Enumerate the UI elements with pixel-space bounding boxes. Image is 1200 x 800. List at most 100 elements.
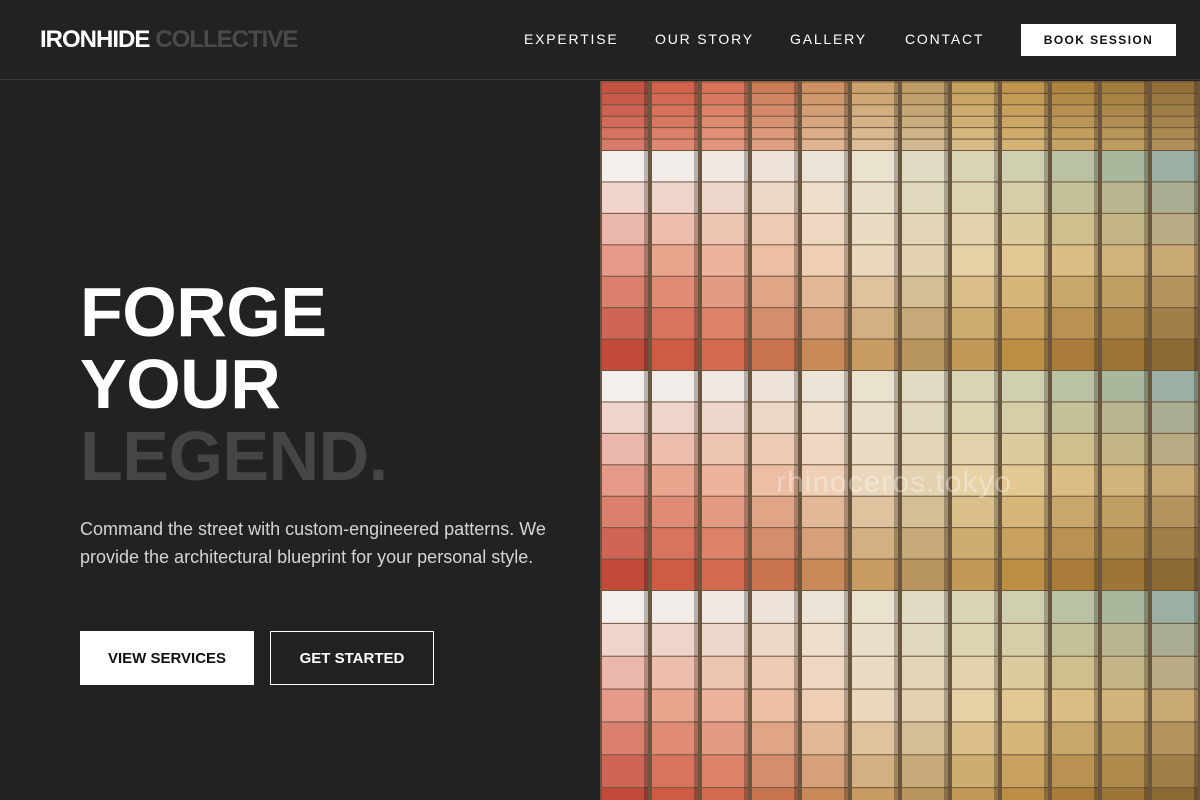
swatch-edge-shadow — [944, 151, 948, 371]
swatch-chip — [902, 213, 948, 245]
swatch-chip — [652, 371, 698, 402]
swatch-chip — [652, 402, 698, 433]
swatch-edge-shadow — [794, 151, 798, 371]
nav-link-gallery[interactable]: GALLERY — [790, 30, 867, 48]
swatch-chip — [1102, 245, 1148, 276]
swatch-chip — [1152, 276, 1198, 308]
image-watermark: rhinoceros.tokyo — [776, 466, 1013, 499]
swatch-chip — [852, 722, 898, 755]
swatch-chip — [852, 433, 898, 465]
swatch-chip — [802, 496, 848, 528]
site-header: IRONHIDE COLLECTIVE EXPERTISE OUR STORY G… — [0, 0, 1200, 80]
swatch-chip — [1002, 559, 1048, 590]
swatch-chip — [952, 116, 998, 128]
swatch-chip — [1052, 93, 1098, 105]
swatch-chip — [1052, 82, 1098, 93]
swatch-edge-shadow — [994, 81, 998, 151]
swatch-chip — [752, 496, 798, 528]
swatch-chip — [1102, 308, 1148, 339]
swatch-chip — [1002, 433, 1048, 465]
swatch-chip — [902, 182, 948, 213]
swatch-chip — [752, 371, 798, 402]
swatch-chip — [1102, 623, 1148, 656]
swatch-chip — [1002, 689, 1048, 722]
swatch-chip — [602, 788, 648, 800]
swatch-chip — [852, 308, 898, 339]
nav-link-our-story[interactable]: OUR STORY — [655, 30, 754, 48]
swatch-chip — [1002, 339, 1048, 370]
swatch-chip — [1052, 105, 1098, 116]
swatch-chip — [802, 402, 848, 433]
swatch-chip — [852, 128, 898, 139]
swatch-chip — [702, 433, 748, 465]
swatch-chip — [602, 371, 648, 402]
swatch-edge-shadow — [994, 151, 998, 371]
swatch-chip — [1002, 82, 1048, 93]
swatch-chip — [702, 623, 748, 656]
swatch-chip — [952, 339, 998, 370]
swatch-chip — [902, 496, 948, 528]
book-session-button[interactable]: BOOK SESSION — [1021, 24, 1176, 56]
swatch-chip — [1052, 339, 1098, 370]
get-started-button[interactable]: GET STARTED — [270, 631, 434, 685]
swatch-chip — [702, 105, 748, 116]
paint-swatch-illustration — [602, 81, 1198, 800]
swatch-chip — [902, 656, 948, 689]
swatch-chip — [952, 93, 998, 105]
swatch-edge-shadow — [644, 371, 648, 591]
swatch-chip — [702, 591, 748, 623]
swatch-chip — [802, 656, 848, 689]
brand-logo[interactable]: IRONHIDE COLLECTIVE — [40, 26, 298, 54]
swatch-edge-shadow — [844, 81, 848, 151]
swatch-edge-shadow — [1144, 371, 1148, 591]
swatch-chip — [602, 496, 648, 528]
swatch-edge-shadow — [1094, 591, 1098, 800]
swatch-chip — [652, 722, 698, 755]
swatch-chip — [602, 559, 648, 590]
swatch-chip — [1002, 308, 1048, 339]
swatch-chip — [602, 623, 648, 656]
swatch-chip — [1052, 139, 1098, 150]
swatch-chip — [702, 308, 748, 339]
swatch-chip — [952, 559, 998, 590]
swatch-chip — [1052, 182, 1098, 213]
swatch-chip — [902, 433, 948, 465]
swatch-edge-shadow — [1094, 81, 1098, 151]
swatch-chip — [1052, 245, 1098, 276]
swatch-chip — [852, 182, 898, 213]
swatch-chip — [652, 151, 698, 182]
swatch-edge-shadow — [794, 81, 798, 151]
swatch-chip — [602, 755, 648, 788]
swatch-chip — [952, 213, 998, 245]
swatch-edge-shadow — [694, 151, 698, 371]
swatch-chip — [802, 623, 848, 656]
swatch-chip — [902, 689, 948, 722]
swatch-chip — [1052, 213, 1098, 245]
view-services-button[interactable]: VIEW SERVICES — [80, 631, 254, 685]
swatch-chip — [752, 528, 798, 559]
swatch-chip — [1102, 151, 1148, 182]
swatch-chip — [1002, 371, 1048, 402]
swatch-chip — [652, 755, 698, 788]
swatch-chip — [902, 402, 948, 433]
brand-name-secondary: COLLECTIVE — [155, 26, 298, 53]
swatch-chip — [602, 128, 648, 139]
nav-link-contact[interactable]: CONTACT — [905, 30, 984, 48]
swatch-chip — [1052, 722, 1098, 755]
swatch-chip — [902, 371, 948, 402]
swatch-chip — [1152, 182, 1198, 213]
swatch-chip — [902, 139, 948, 150]
swatch-chip — [1052, 656, 1098, 689]
swatch-chip — [602, 213, 648, 245]
swatch-chip — [952, 151, 998, 182]
swatch-chip — [902, 591, 948, 623]
swatch-chip — [1052, 128, 1098, 139]
swatch-chip — [952, 623, 998, 656]
nav-link-expertise[interactable]: EXPERTISE — [524, 30, 619, 48]
swatch-chip — [952, 276, 998, 308]
swatch-chip — [652, 559, 698, 590]
swatch-chip — [1152, 308, 1198, 339]
swatch-chip — [652, 116, 698, 128]
swatch-chip — [652, 689, 698, 722]
swatch-chip — [702, 276, 748, 308]
